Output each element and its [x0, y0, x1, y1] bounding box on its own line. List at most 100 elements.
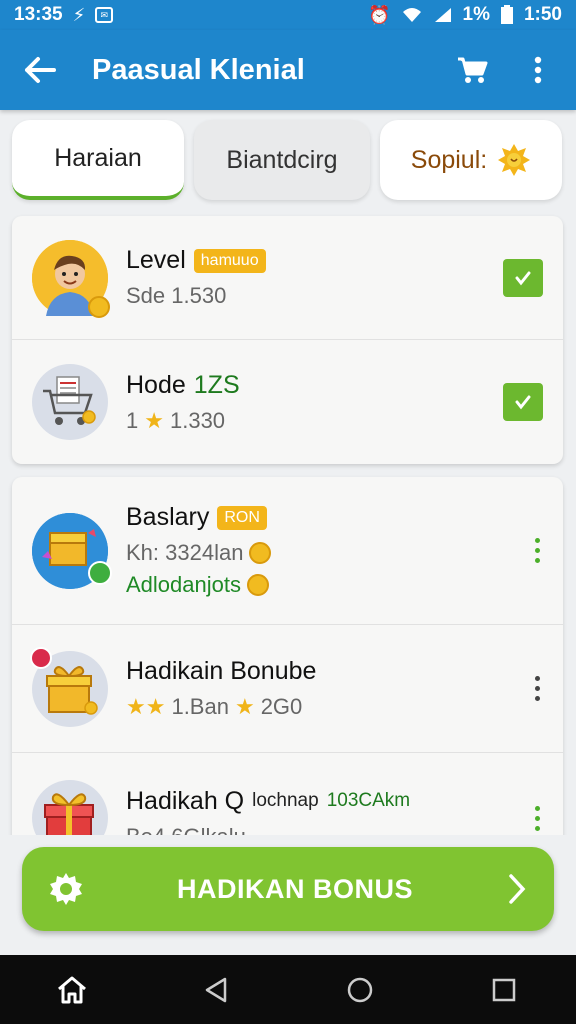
bolt-icon: ⚡	[72, 4, 86, 25]
check-icon	[515, 271, 531, 285]
refresh-badge-icon	[88, 560, 112, 585]
back-button[interactable]	[20, 50, 60, 90]
home-nav-button[interactable]	[47, 965, 97, 1015]
item-title: Level	[126, 246, 186, 274]
item-subtitle-line: Kh: 3324lan	[126, 540, 531, 566]
item-title-line: Hadikain Bonube	[126, 657, 531, 686]
tab-label: Sopiul:	[410, 145, 488, 174]
check-button[interactable]	[503, 258, 543, 297]
overflow-menu-button[interactable]	[520, 50, 556, 90]
tab-biantdcirg[interactable]: Biantdcirg	[194, 120, 370, 200]
list-item-hadikain-bonube[interactable]: Hadikain Bonube ★★ 1.Ban ★ 2G0	[12, 625, 563, 753]
avatar	[32, 364, 108, 440]
cart-button[interactable]	[454, 50, 490, 90]
tab-bar: Haraian Biantdcirg Sopiul:	[0, 110, 576, 210]
arrow-left-icon	[25, 57, 56, 83]
item-subtitle-line: 1 ★ 1.330	[126, 408, 503, 434]
item-subtitle2-line: Adlodanjots	[126, 572, 531, 598]
gear-icon	[50, 873, 82, 905]
list-item-baslary[interactable]: Baslary RON Kh: 3324lan Adlodanjots	[12, 477, 563, 625]
triangle-back-icon	[205, 977, 227, 1002]
dot	[534, 676, 540, 681]
dot	[534, 805, 540, 811]
item-subtitle-line: ★★ 1.Ban ★ 2G0	[126, 694, 531, 720]
dot	[534, 548, 540, 553]
avatar	[32, 239, 110, 318]
alert-badge-icon	[30, 646, 52, 669]
status-bar: 13:35 ⚡ ✉ ⏰ 1% 1:50	[0, 0, 576, 30]
item-title-line: Baslary RON	[126, 503, 531, 532]
bottom-panel: HADIKAN BONUS	[0, 835, 576, 955]
chevron-right-icon	[509, 874, 526, 904]
status-time-left: 13:35	[14, 4, 63, 25]
item-title: Hadikain Bonube	[126, 657, 317, 685]
item-title-line: Hadikah Q lochnap 103CAkm	[126, 787, 531, 816]
coin-icon	[88, 295, 110, 318]
dot	[534, 538, 540, 543]
item-subtitle: Sde 1.530	[126, 283, 227, 308]
signal-icon	[434, 8, 451, 22]
app-actions	[454, 50, 556, 90]
coin-icon	[246, 574, 269, 596]
system-nav-bar	[0, 955, 576, 1024]
item-rating: 1	[126, 407, 139, 433]
cart-icon	[458, 57, 488, 83]
status-right: ⏰ 1% 1:50	[368, 4, 562, 26]
item-text: Level hamuuo Sde 1.530	[126, 246, 503, 309]
notification-icon: ✉	[95, 7, 114, 23]
home-icon	[58, 976, 86, 1003]
shopping-cart-icon	[43, 376, 96, 425]
star-icon: ★★	[126, 694, 166, 719]
item-tag: RON	[217, 505, 267, 530]
dot	[534, 696, 540, 701]
check-button[interactable]	[503, 383, 543, 421]
dot	[534, 815, 540, 821]
item-menu-button[interactable]	[531, 538, 543, 563]
dot	[534, 558, 540, 563]
item-title-extra: lochnap	[252, 790, 319, 811]
item-title-extra: 1ZS	[193, 370, 240, 399]
bonus-button-label: HADIKAN BONUS	[177, 873, 413, 904]
item-text: Hode 1ZS 1 ★ 1.330	[126, 371, 503, 434]
item-title-line: Hode 1ZS	[126, 371, 503, 400]
item-menu-button[interactable]	[531, 676, 543, 701]
item-title-extra2: 103CAkm	[326, 790, 411, 811]
item-title: Hode	[126, 370, 186, 399]
status-left: 13:35 ⚡ ✉	[14, 4, 114, 26]
square-icon	[492, 978, 516, 1001]
item-title: Baslary	[126, 503, 210, 531]
avatar	[30, 646, 108, 727]
item-subtitle: Kh: 3324lan	[126, 540, 244, 565]
sun-badge-icon	[498, 144, 531, 176]
item-subtitle-b: 2G0	[260, 694, 303, 719]
battery-icon	[500, 5, 513, 24]
circle-home-button[interactable]	[335, 965, 385, 1015]
item-subtitle-a: 1.Ban	[171, 694, 229, 719]
recents-nav-button[interactable]	[479, 965, 529, 1015]
dot	[534, 825, 540, 831]
check-icon	[515, 395, 531, 410]
item-menu-button[interactable]	[531, 805, 543, 831]
circle-icon	[347, 977, 373, 1002]
item-subtitle2: Adlodanjots	[126, 572, 241, 597]
tab-haraian[interactable]: Haraian	[12, 120, 184, 200]
back-nav-button[interactable]	[191, 965, 241, 1015]
coin-icon	[249, 542, 272, 564]
more-vertical-icon	[534, 56, 542, 84]
list-card-2: Baslary RON Kh: 3324lan Adlodanjots Hadi…	[12, 477, 563, 883]
list-item-hode[interactable]: Hode 1ZS 1 ★ 1.330	[12, 340, 563, 464]
star-icon: ★	[234, 694, 255, 719]
tab-sopiul[interactable]: Sopiul:	[380, 120, 562, 200]
bonus-button[interactable]: HADIKAN BONUS	[22, 847, 554, 931]
alarm-icon: ⏰	[368, 4, 391, 25]
star-icon: ★	[144, 407, 164, 433]
status-time-right: 1:50	[523, 4, 562, 25]
app-bar: Paasual Klenial	[0, 30, 576, 110]
page-title: Paasual Klenial	[92, 53, 305, 86]
tab-label: Haraian	[54, 143, 142, 172]
item-title: Hadikah Q	[126, 786, 245, 815]
wifi-icon	[402, 8, 421, 22]
list-item-level[interactable]: Level hamuuo Sde 1.530	[12, 216, 563, 340]
list-card-1: Level hamuuo Sde 1.530 Hode 1ZS 1 ★ 1.33…	[12, 216, 563, 464]
dot	[534, 686, 540, 691]
